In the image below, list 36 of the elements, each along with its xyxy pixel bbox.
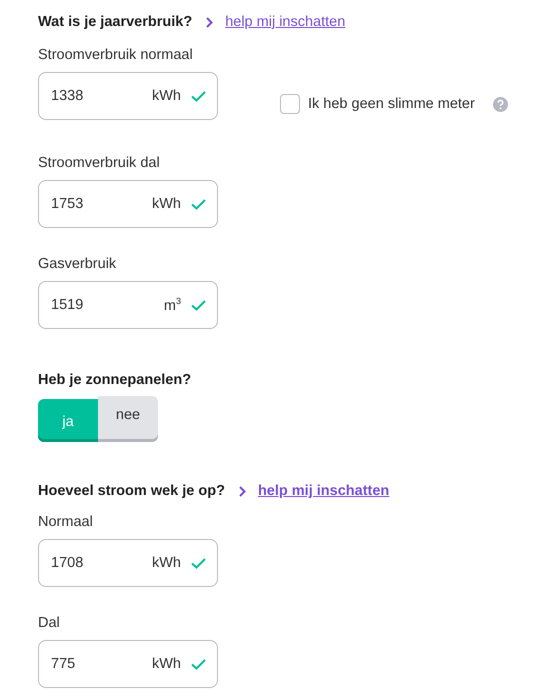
unit-label: kWh <box>152 88 181 104</box>
help-icon[interactable] <box>492 96 508 112</box>
unit-label: kWh <box>152 555 181 571</box>
input-field[interactable]: 1753 kWh <box>38 180 218 228</box>
number-input[interactable]: 1708 <box>51 555 152 571</box>
input-field[interactable]: 1708 kWh <box>38 539 218 587</box>
check-icon <box>191 300 206 310</box>
help-link[interactable]: help mij inschatten <box>225 14 346 30</box>
check-icon <box>191 90 206 102</box>
unit-label: kWh <box>152 656 181 672</box>
check-icon <box>191 558 206 568</box>
section-heading: Heb je zonnepanelen? <box>38 372 192 388</box>
field-label: Stroomverbruik dal <box>38 154 161 172</box>
check-icon <box>191 658 206 670</box>
chevron-icon <box>238 486 246 496</box>
field-label: Gasverbruik <box>38 255 118 273</box>
check-icon <box>191 198 206 210</box>
section-heading: Hoeveel stroom wek je op? <box>38 483 225 499</box>
toggle-option[interactable]: nee <box>98 396 158 442</box>
number-input[interactable]: 775 <box>51 656 152 672</box>
help-link[interactable]: help mij inschatten <box>258 483 390 499</box>
field-label: Normaal <box>38 513 94 531</box>
checkbox[interactable] <box>280 94 300 114</box>
number-input[interactable]: 1753 <box>51 196 152 212</box>
section-heading: Wat is je jaarverbruik? <box>38 14 192 30</box>
input-field[interactable]: 1519 m$^{3}$ <box>38 281 218 329</box>
input-field[interactable]: 1338 kWh <box>38 72 218 120</box>
checkbox-label: Ik heb geen slimme meter <box>308 96 475 112</box>
input-field[interactable]: 775 kWh <box>38 640 218 688</box>
unit-label: m$^{3}$ <box>164 296 181 314</box>
chevron-icon <box>206 16 214 28</box>
number-input[interactable]: 1519 <box>51 297 164 313</box>
number-input[interactable]: 1338 <box>51 88 152 104</box>
unit-label: kWh <box>152 196 181 212</box>
field-label: Dal <box>38 614 61 632</box>
field-label: Stroomverbruik normaal <box>38 46 194 64</box>
